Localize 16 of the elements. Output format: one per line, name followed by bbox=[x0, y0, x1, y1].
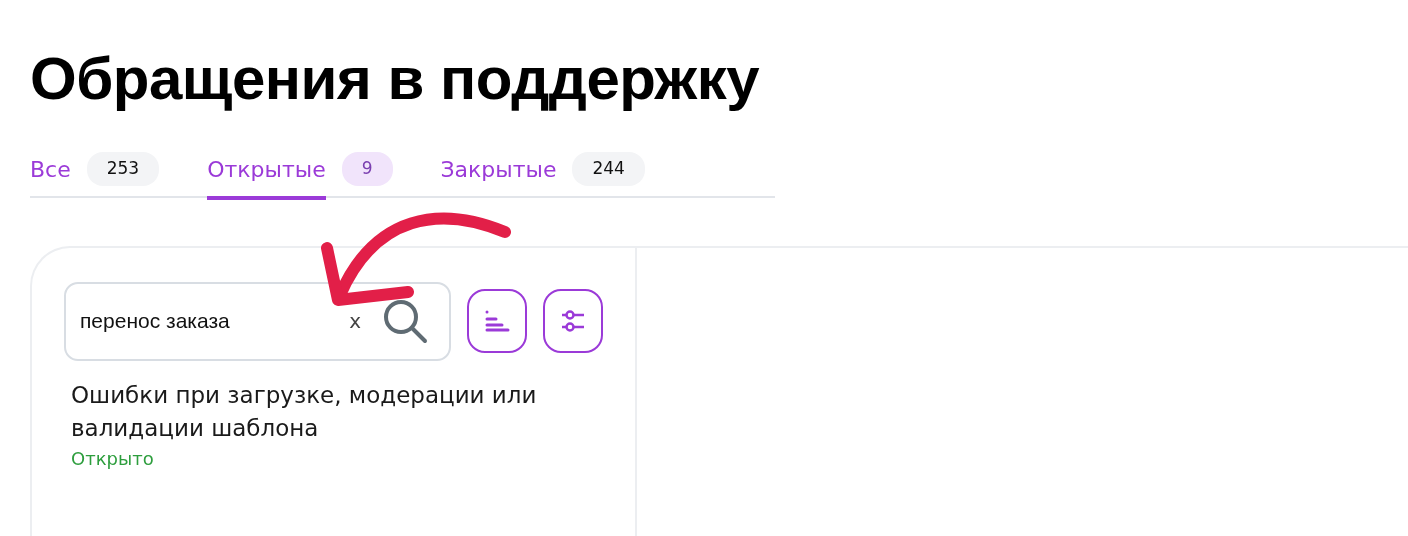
ticket-title[interactable]: Ошибки при загрузке, модерации или валидации шаблона bbox=[71, 378, 541, 446]
filter-button[interactable] bbox=[543, 289, 603, 353]
search-field[interactable]: перенос заказа x bbox=[64, 281, 451, 361]
tab[interactable]: Все bbox=[30, 153, 71, 201]
clear-button[interactable]: x bbox=[349, 306, 369, 336]
tab[interactable]: Открытые bbox=[207, 153, 326, 201]
sliders-icon bbox=[560, 309, 586, 333]
tab[interactable]: Закрытые bbox=[440, 153, 557, 201]
ticket-status: Открыто bbox=[71, 447, 155, 472]
page-title: Обращения в поддержку bbox=[30, 46, 761, 112]
search-icon[interactable] bbox=[381, 297, 429, 345]
count-badge: 244 bbox=[572, 152, 645, 186]
count-badge: 253 bbox=[86, 152, 160, 186]
sort-icon bbox=[484, 309, 510, 333]
sort-button[interactable] bbox=[467, 289, 527, 353]
count-badge: 9 bbox=[341, 152, 393, 186]
